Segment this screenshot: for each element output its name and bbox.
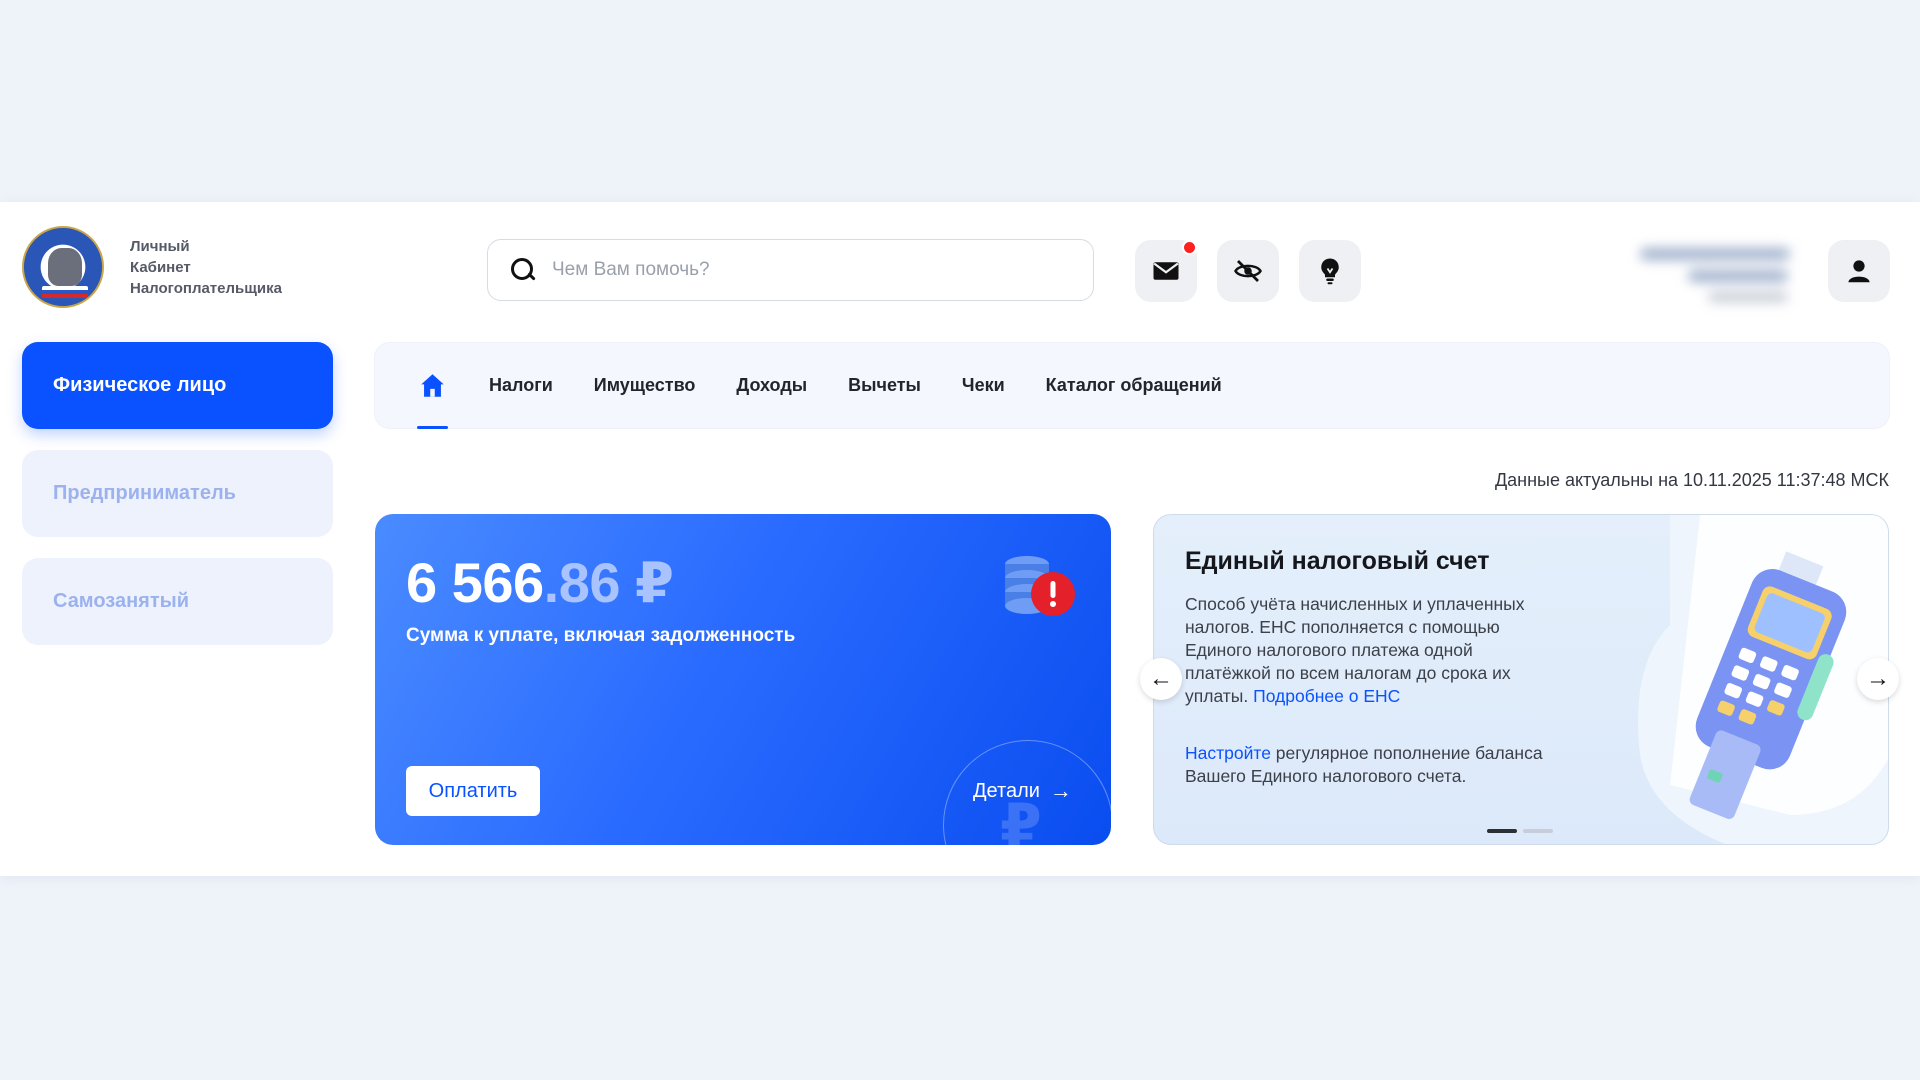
tips-button[interactable]: [1299, 240, 1361, 302]
page-container: Личный Кабинет Налогоплательщика Чем Вам…: [0, 202, 1920, 876]
sidebar-item-label: Физическое лицо: [53, 374, 227, 396]
user-icon: [1848, 260, 1870, 283]
hide-balance-button[interactable]: [1217, 240, 1279, 302]
logo-line-2: Кабинет: [130, 258, 191, 276]
fns-emblem-icon: [22, 226, 104, 308]
ens-setup-link[interactable]: Настройте: [1185, 743, 1271, 763]
arrow-left-icon: ←: [1149, 665, 1173, 692]
debt-label: Сумма к уплате, включая задолженность: [406, 625, 796, 646]
carousel-dot-2[interactable]: [1523, 829, 1553, 833]
search-input[interactable]: [552, 259, 1072, 281]
profile-button[interactable]: [1828, 240, 1890, 302]
sidebar-item-label: Самозанятый: [53, 590, 190, 612]
carousel-dots: [1487, 829, 1559, 833]
search-icon: [510, 257, 536, 283]
logo-line-1: Личный: [130, 237, 190, 255]
payment-terminal-illustration: [1638, 515, 1888, 844]
tab-property[interactable]: Имущество: [594, 375, 696, 396]
logo[interactable]: Личный Кабинет Налогоплательщика: [22, 226, 282, 308]
arrow-right-icon: →: [1049, 778, 1072, 803]
mail-icon: [1153, 262, 1179, 280]
tab-home[interactable]: [417, 342, 449, 429]
pay-button[interactable]: Оплатить: [406, 766, 540, 816]
tab-deductions[interactable]: Вычеты: [848, 375, 921, 396]
carousel-dot-1[interactable]: [1487, 829, 1517, 833]
tab-appeals-catalog[interactable]: Каталог обращений: [1046, 375, 1222, 396]
ens-description: Способ учёта начисленных и уплаченных на…: [1185, 593, 1555, 708]
ens-more-link[interactable]: Подробнее о ЕНС: [1253, 686, 1400, 706]
logo-text: Личный Кабинет Налогоплательщика: [130, 236, 282, 299]
notification-dot: [1182, 240, 1197, 255]
lightbulb-icon: [1321, 258, 1339, 285]
sidebar-item-label: Предприниматель: [53, 482, 236, 504]
debt-amount-integer: 6 566: [406, 551, 544, 614]
tab-taxes[interactable]: Налоги: [489, 375, 553, 396]
arrow-right-icon: →: [1866, 665, 1890, 692]
main-nav: Налоги Имущество Доходы Вычеты Чеки Ката…: [374, 342, 1890, 429]
eye-hidden-icon: [1234, 260, 1262, 282]
tab-receipts[interactable]: Чеки: [962, 375, 1005, 396]
debt-amount: 6 566.86 ₽: [406, 550, 674, 616]
messages-button[interactable]: [1135, 240, 1197, 302]
ens-setup-text: Настройте регулярное пополнение баланса …: [1185, 742, 1605, 788]
ens-card: Единый налоговый счет Способ учёта начис…: [1153, 514, 1889, 845]
search-bar[interactable]: [487, 239, 1094, 301]
data-timestamp: Данные актуальны на 10.11.2025 11:37:48 …: [1494, 470, 1889, 490]
user-info-blurred: [1628, 240, 1808, 310]
carousel-prev-button[interactable]: ←: [1140, 658, 1182, 700]
tab-income[interactable]: Доходы: [736, 375, 807, 396]
sidebar-item-entrepreneur[interactable]: Предприниматель: [22, 450, 333, 537]
sidebar-item-individual[interactable]: Физическое лицо: [22, 342, 333, 429]
logo-line-3: Налогоплательщика: [130, 279, 282, 297]
carousel-next-button[interactable]: →: [1857, 658, 1899, 700]
debt-amount-fraction: .86 ₽: [543, 551, 674, 614]
coins-alert-icon: [1005, 556, 1075, 616]
home-icon: [421, 374, 444, 397]
debt-card: ₽ 6 566.86 ₽ Сумма к уплате, включая зад…: [375, 514, 1111, 845]
ens-title: Единый налоговый счет: [1185, 547, 1490, 575]
sidebar-item-self-employed[interactable]: Самозанятый: [22, 558, 333, 645]
details-link[interactable]: Детали →: [973, 778, 1072, 804]
details-label: Детали: [973, 779, 1040, 802]
